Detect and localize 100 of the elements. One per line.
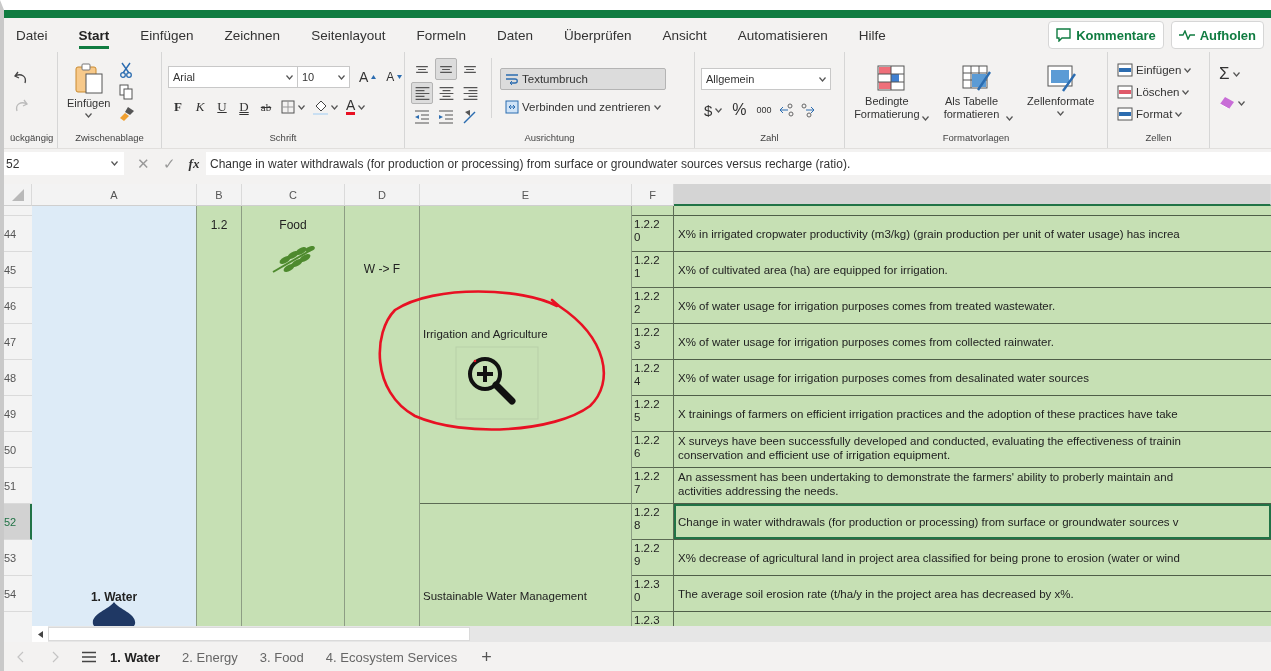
scroll-left-button[interactable] [32,626,48,642]
table-cell: 1.2.28 [632,504,674,540]
row-header[interactable]: 44 [4,216,32,252]
speech-bubble-icon [1056,28,1072,42]
row-header [4,612,32,626]
double-underline-button[interactable]: D [234,97,254,117]
add-sheet-button[interactable]: + [475,645,498,669]
catch-up-button[interactable]: Aufholen [1170,21,1264,49]
align-lines-icon [462,86,478,100]
ribbon-tab[interactable]: Daten [496,21,533,49]
caret-icon [1184,67,1192,73]
row-header[interactable]: 45 [4,252,32,288]
cell-style-button[interactable]: Zellenformate [1020,62,1101,118]
number-format-field[interactable]: Allgemein [701,68,831,90]
cell-styles-icon [1045,64,1076,92]
italic-button[interactable]: K [190,97,210,117]
align-lines-icon [415,65,429,73]
ribbon-tab[interactable]: Überprüfen [564,21,632,49]
ribbon-tab[interactable]: Datei [16,21,48,49]
column-header[interactable]: B [197,184,242,206]
row-header[interactable]: 54 [4,576,32,612]
merge-center-button[interactable]: Verbinden und zentrieren [500,96,666,118]
autosum-button[interactable]: Σ [1216,62,1243,86]
table-format-icon [961,64,991,92]
group-label: Zahl [759,132,780,145]
strikethrough-button[interactable]: ab [256,99,276,115]
currency-button[interactable]: $ [701,99,726,121]
paste-button[interactable]: Einfügen [64,60,114,120]
row-header[interactable]: 48 [4,360,32,396]
menu-icon [82,651,96,663]
align-left-button[interactable] [411,82,433,104]
column-header[interactable]: D [345,184,420,206]
caret-icon [1057,111,1065,116]
table-cell: X% of water usage for irrigation purposes comes from desalinated water sources [674,360,1271,396]
ribbon-tab[interactable]: Einfügen [140,21,194,49]
row-header[interactable]: 47 [4,324,32,360]
caret-icon [358,104,366,110]
row-header[interactable]: 49 [4,396,32,432]
undo-icon [13,70,29,84]
delete-cells-button[interactable]: Löschen [1114,83,1193,101]
ribbon-tab[interactable]: Ansicht [662,21,707,49]
align-middle-button[interactable] [435,58,457,80]
ribbon-tab[interactable]: Start [78,21,110,49]
sheet-tab[interactable]: 3. Food [251,645,312,669]
ribbon-tab[interactable]: Formeln [416,21,466,49]
table-cell: 1.2.23 [632,324,674,360]
borders-button[interactable] [278,98,308,116]
ribbon-tab[interactable]: Zeichnen [224,21,281,49]
name-box[interactable]: 52 [4,152,124,175]
group-label: Zwischenablage [74,132,145,145]
eraser-icon [1219,96,1235,110]
table-cell: The average soil erosion rate (t/ha/y in the project area has decreased by x%. [674,576,1271,612]
row-header[interactable]: 50 [4,432,32,468]
table-cell: Irrigation and Agriculture [423,328,548,340]
font-size-field[interactable]: 10 [298,66,350,88]
caret-icon [1175,111,1183,117]
cell-style-button[interactable]: Als Tabelle formatieren [935,62,1017,123]
row-header[interactable]: 53 [4,540,32,576]
percent-button[interactable]: % [729,99,750,121]
formula-field[interactable]: Change in water withdrawals (for production or processing) from surface or groundwater sources versus recharge (ratio). [206,152,1271,175]
grow-font-button[interactable]: A [356,67,380,87]
ribbon-tab[interactable]: Hilfe [858,21,886,49]
shrink-font-button[interactable]: A [383,68,406,86]
insert-function-button[interactable]: fx [182,155,206,172]
redo-icon [13,98,29,112]
table-cell: 1.2.24 [632,360,674,396]
row-header[interactable]: 52 [4,504,32,540]
wrap-text-button[interactable]: Textumbruch [500,68,666,90]
column-header[interactable]: A [32,184,197,206]
ribbon-tab[interactable]: Seitenlayout [311,21,386,49]
insert-cells-button[interactable]: Einfügen [1114,61,1195,79]
column-header[interactable]: E [420,184,632,206]
ribbon-tab[interactable]: Automatisieren [737,21,828,49]
caret-icon [1238,100,1245,106]
table-cell: 1.2.22 [632,288,674,324]
format-cells-button[interactable]: Format [1114,105,1186,123]
column-header[interactable]: F [632,184,674,206]
thousands-button[interactable]: 000 [753,103,775,117]
row-header[interactable]: 51 [4,468,32,504]
font-color-button[interactable]: A [343,97,369,117]
sheet-tab[interactable]: 2. Energy [174,645,246,669]
caret-icon [338,74,345,80]
cell-style-button[interactable]: Bedingte Formatierung [851,62,932,123]
table-cell: X% of cultivated area (ha) are equipped for irrigation. [674,252,1271,288]
column-header[interactable]: C [242,184,345,206]
caret-icon [1006,116,1014,121]
sheet-tab[interactable]: 1. Water [102,645,169,669]
increase-decimal-icon [778,102,795,118]
group-label: ückgängig [10,132,51,145]
row-header[interactable]: 46 [4,288,32,324]
comments-button[interactable]: Kommentare [1048,21,1164,49]
underline-button[interactable]: U [212,97,232,117]
sheet-tab[interactable]: 4. Ecosystem Services [317,645,466,669]
font-name-field[interactable]: Arial [168,66,298,88]
group-label: Schrift [268,132,298,145]
bold-button[interactable]: F [168,97,188,117]
caret-icon [653,104,661,110]
scroll-thumb[interactable] [48,627,470,641]
align-lines-icon [438,86,454,100]
paint-bucket-icon [313,99,328,115]
